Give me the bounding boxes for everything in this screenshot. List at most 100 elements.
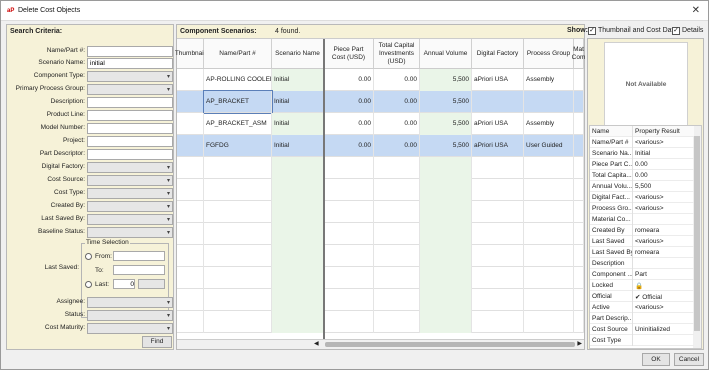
search-select[interactable]: ▾ — [87, 323, 173, 334]
column-divider — [632, 258, 633, 269]
table-cell — [324, 267, 374, 289]
search-select[interactable]: ▾ — [87, 71, 173, 82]
column-divider — [632, 280, 633, 291]
table-cell — [574, 311, 584, 333]
property-value: <various> — [635, 238, 664, 245]
search-text-input[interactable] — [87, 58, 173, 69]
column-header[interactable]: Scenario Name — [272, 39, 324, 69]
column-header[interactable]: Process Group — [524, 39, 574, 69]
property-value: Initial — [635, 150, 651, 157]
property-row: Total Capita... 0.00 — [590, 170, 694, 181]
table-cell — [272, 179, 324, 201]
chevron-down-icon: ▾ — [166, 204, 170, 210]
search-text-input[interactable] — [87, 46, 173, 57]
search-row: Name/Part #: — [7, 46, 175, 57]
search-text-input[interactable] — [87, 123, 173, 134]
table-row — [177, 179, 584, 201]
table-cell — [420, 201, 472, 223]
table-cell — [524, 157, 574, 179]
search-text-input[interactable] — [87, 97, 173, 108]
column-header[interactable]: Piece Part Cost (USD) — [324, 39, 374, 69]
table-row[interactable]: FGFDG Initial 0.00 0.00 5,500 aPriori USA User… — [177, 135, 584, 157]
search-text-input[interactable] — [87, 136, 173, 147]
search-field-label: Cost Maturity: — [44, 324, 85, 331]
table-cell — [374, 201, 420, 223]
property-row: Created By romeara — [590, 225, 694, 236]
table-cell — [204, 267, 272, 289]
table-cell: 5,500 — [420, 135, 472, 157]
last-unit-select[interactable] — [138, 279, 165, 289]
column-divider — [632, 335, 633, 346]
from-date-input[interactable] — [113, 251, 165, 261]
search-select[interactable]: ▾ — [87, 310, 173, 321]
component-scenarios-panel: Component Scenarios: 4 found. Thumbnail N… — [175, 24, 585, 350]
table-cell: FGFDG — [204, 135, 272, 157]
chevron-down-icon: ▾ — [166, 165, 170, 171]
table-cell — [204, 201, 272, 223]
table-row — [177, 245, 584, 267]
scroll-right-icon[interactable]: ▶ — [577, 340, 582, 347]
search-text-input[interactable] — [87, 110, 173, 121]
table-cell — [472, 91, 524, 113]
table-cell — [272, 201, 324, 223]
search-select[interactable]: ▾ — [87, 201, 173, 212]
scroll-left-icon[interactable]: ◀ — [314, 340, 319, 347]
window-title: Delete Cost Objects — [18, 7, 81, 14]
search-select[interactable]: ▾ — [87, 227, 173, 238]
table-row[interactable]: AP-ROLLING COOLER Initial 0.00 0.00 5,500 aPr… — [177, 69, 584, 91]
title-bar: aP Delete Cost Objects ✕ — [1, 1, 708, 21]
cancel-button[interactable]: Cancel — [674, 353, 704, 366]
last-radio[interactable] — [85, 281, 92, 288]
horizontal-scrollbar[interactable]: ◀ ▶ — [177, 339, 584, 349]
column-divider — [632, 137, 633, 148]
properties-scroll-thumb[interactable] — [694, 136, 700, 331]
table-cell — [472, 245, 524, 267]
table-row[interactable]: AP_BRACKET_ASM Initial 0.00 0.00 5,500 aPrior… — [177, 113, 584, 135]
table-row — [177, 267, 584, 289]
search-field-label: Primary Process Group: — [15, 85, 85, 92]
from-radio[interactable] — [85, 253, 92, 260]
property-header-value: Property Result — [635, 128, 680, 135]
column-header[interactable]: Annual Volume — [420, 39, 472, 69]
last-saved-label: Last Saved: — [44, 264, 79, 271]
table-row[interactable]: AP_BRACKET Initial 0.00 0.00 5,500 — [177, 90, 584, 114]
search-select[interactable]: ▾ — [87, 214, 173, 225]
details-checkbox[interactable]: ✓ — [672, 27, 680, 35]
horizontal-scroll-thumb[interactable] — [325, 342, 575, 347]
column-divider — [632, 236, 633, 247]
column-header[interactable]: Digital Factory — [472, 39, 524, 69]
property-name: Official — [592, 293, 612, 300]
search-row: Last Saved By: ▾ — [7, 214, 175, 225]
find-button[interactable]: Find — [142, 336, 172, 348]
property-row: Locked 🔒 — [590, 280, 694, 291]
last-count-input[interactable] — [113, 279, 135, 289]
search-select[interactable]: ▾ — [87, 188, 173, 199]
table-cell — [574, 91, 584, 113]
search-field-label: Assignee: — [56, 298, 85, 305]
search-select[interactable]: ▾ — [87, 297, 173, 308]
table-cell — [472, 267, 524, 289]
chevron-down-icon: ▾ — [166, 230, 170, 236]
to-date-input[interactable] — [113, 265, 165, 275]
property-name: Name/Part # — [592, 139, 629, 146]
table-cell: 0.00 — [374, 113, 420, 135]
column-header[interactable]: Name/Part # — [204, 39, 272, 69]
search-select[interactable]: ▾ — [87, 84, 173, 95]
property-row: Description — [590, 258, 694, 269]
column-header[interactable]: Thumbnail — [175, 39, 205, 69]
table-cell — [324, 157, 374, 179]
close-button[interactable]: ✕ — [692, 5, 700, 16]
search-select[interactable]: ▾ — [87, 162, 173, 173]
column-header[interactable]: Mat Com — [572, 39, 585, 69]
frozen-column-splitter[interactable] — [323, 39, 325, 339]
property-row: Official ✔ Official — [590, 291, 694, 302]
column-header[interactable]: Total Capital Investments (USD) — [374, 39, 420, 69]
search-text-input[interactable] — [87, 149, 173, 160]
search-select[interactable]: ▾ — [87, 175, 173, 186]
table-cell: Assembly — [524, 69, 574, 91]
ok-button[interactable]: OK — [642, 353, 670, 366]
thumbnail-cost-checkbox[interactable]: ✓ — [588, 27, 596, 35]
property-header-name: Name — [592, 128, 610, 135]
properties-scrollbar[interactable] — [693, 126, 701, 348]
table-cell: 5,500 — [420, 113, 472, 135]
